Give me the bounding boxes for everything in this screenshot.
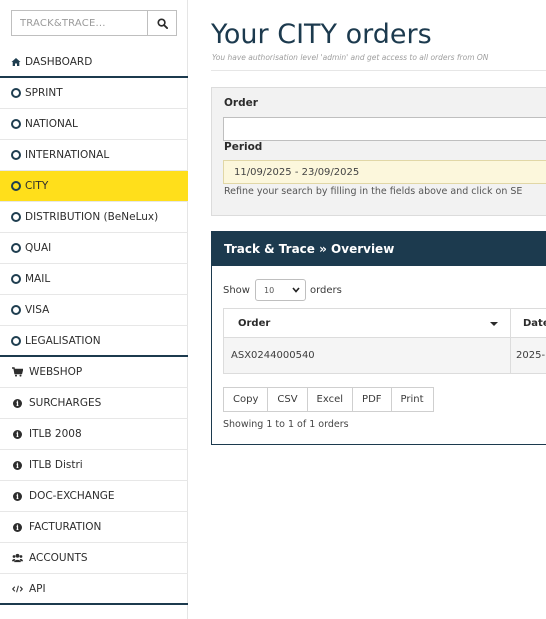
ring-icon xyxy=(10,305,21,316)
sidebar-item-label: SURCHARGES xyxy=(29,397,102,409)
info-icon: i xyxy=(12,398,23,409)
print-button[interactable]: Print xyxy=(390,387,434,412)
period-label: Period xyxy=(224,141,263,153)
sidebar-item-distribution[interactable]: DISTRIBUTION (BeNeLux) xyxy=(0,202,188,233)
sidebar-item-label: CITY xyxy=(25,180,49,192)
filter-help-text: Refine your search by filling in the fie… xyxy=(224,186,523,197)
sidebar-item-city[interactable]: CITY xyxy=(0,171,188,202)
sidebar-item-label: DISTRIBUTION (BeNeLux) xyxy=(25,211,159,223)
order-label: Order xyxy=(224,97,258,109)
orders-label: orders xyxy=(309,284,342,296)
ring-icon xyxy=(10,243,21,254)
sidebar-item-label: VISA xyxy=(25,304,50,316)
info-icon: i xyxy=(12,491,23,502)
ring-icon xyxy=(10,119,21,130)
sidebar-item-international[interactable]: INTERNATIONAL xyxy=(0,140,188,171)
page-title: Your CITY orders xyxy=(211,19,432,50)
sidebar-item-quai[interactable]: QUAI xyxy=(0,233,188,264)
sidebar-item-surcharges[interactable]: i SURCHARGES xyxy=(0,388,188,419)
sidebar-item-visa[interactable]: VISA xyxy=(0,295,188,326)
sidebar-item-label: ACCOUNTS xyxy=(29,552,88,564)
ring-icon xyxy=(10,335,21,346)
code-icon xyxy=(12,583,23,594)
sidebar: DASHBOARD SPRINT NATIONAL INTERNATIONAL … xyxy=(0,0,188,619)
cart-icon xyxy=(12,367,23,378)
sidebar-item-legalisation[interactable]: LEGALISATION xyxy=(0,326,188,357)
sidebar-item-facturation[interactable]: i FACTURATION xyxy=(0,512,188,543)
ring-icon xyxy=(10,88,21,99)
csv-button[interactable]: CSV xyxy=(267,387,308,412)
sidebar-item-label: FACTURATION xyxy=(29,521,102,533)
sidebar-item-national[interactable]: NATIONAL xyxy=(0,109,188,140)
chevron-down-icon xyxy=(292,287,300,293)
sidebar-item-label: DOC-EXCHANGE xyxy=(29,490,115,502)
sidebar-item-accounts[interactable]: ACCOUNTS xyxy=(0,543,188,574)
sidebar-item-label: DASHBOARD xyxy=(25,55,93,68)
sidebar-item-label: WEBSHOP xyxy=(29,366,83,378)
ring-icon xyxy=(10,274,21,285)
table-info: Showing 1 to 1 of 1 orders xyxy=(223,419,349,430)
pdf-button[interactable]: PDF xyxy=(352,387,392,412)
sidebar-item-dashboard[interactable]: DASHBOARD xyxy=(0,47,188,78)
sidebar-item-label: INTERNATIONAL xyxy=(25,149,110,161)
main-content: Your CITY orders You have authorisation … xyxy=(188,0,546,619)
order-cell[interactable]: ASX0244000540 xyxy=(223,337,511,374)
sidebar-item-api[interactable]: API xyxy=(0,574,188,605)
export-buttons: Copy CSV Excel PDF Print xyxy=(223,387,434,412)
sidebar-item-label: MAIL xyxy=(25,273,51,285)
sidebar-item-label: API xyxy=(29,582,46,595)
sidebar-item-itlb-2008[interactable]: i ITLB 2008 xyxy=(0,419,188,450)
page-length-value: 10 xyxy=(263,285,275,295)
title-divider xyxy=(211,70,546,71)
search-button[interactable] xyxy=(147,10,177,36)
sidebar-item-label: ITLB 2008 xyxy=(29,428,82,440)
sidebar-item-label: NATIONAL xyxy=(25,118,78,130)
sidebar-item-sprint[interactable]: SPRINT xyxy=(0,78,188,109)
info-icon: i xyxy=(12,429,23,440)
show-label: Show xyxy=(223,284,250,296)
search-icon xyxy=(156,17,168,29)
sidebar-menu: DASHBOARD SPRINT NATIONAL INTERNATIONAL … xyxy=(0,47,188,605)
sort-desc-icon xyxy=(490,322,498,326)
date-cell: 2025- xyxy=(510,337,546,374)
track-trace-title: Track & Trace » Overview xyxy=(212,232,546,266)
sidebar-item-mail[interactable]: MAIL xyxy=(0,264,188,295)
table-header-row: Order Date xyxy=(223,308,546,338)
copy-button[interactable]: Copy xyxy=(223,387,269,412)
home-icon xyxy=(10,56,21,67)
sidebar-item-label: SPRINT xyxy=(25,87,63,99)
page-length-select[interactable]: 10 xyxy=(254,279,306,301)
ring-icon xyxy=(10,181,21,192)
info-icon: i xyxy=(12,460,23,471)
ring-icon xyxy=(10,212,21,223)
ring-icon xyxy=(10,150,21,161)
period-field[interactable] xyxy=(223,160,546,184)
sidebar-item-webshop[interactable]: WEBSHOP xyxy=(0,357,188,388)
orders-table: Order Date ASX0244000540 2025- xyxy=(223,308,546,374)
track-trace-search xyxy=(11,10,177,36)
column-header-order[interactable]: Order xyxy=(223,308,511,338)
column-header-date[interactable]: Date xyxy=(510,308,546,338)
page-length-control: Show 10 orders xyxy=(223,279,342,301)
authorisation-note: You have authorisation level 'admin' and… xyxy=(212,53,489,62)
table-row[interactable]: ASX0244000540 2025- xyxy=(223,337,546,374)
sidebar-item-doc-exchange[interactable]: i DOC-EXCHANGE xyxy=(0,481,188,512)
filter-panel: Order Period Refine your search by filli… xyxy=(211,87,546,216)
sidebar-item-label: QUAI xyxy=(25,242,52,254)
column-header-label: Order xyxy=(238,317,271,329)
sidebar-item-itlb-distri[interactable]: i ITLB Distri xyxy=(0,450,188,481)
order-field[interactable] xyxy=(223,117,546,141)
sidebar-item-label: LEGALISATION xyxy=(25,334,101,347)
column-header-label: Date xyxy=(523,317,546,329)
track-trace-search-input[interactable] xyxy=(11,10,147,36)
sidebar-item-label: ITLB Distri xyxy=(29,459,83,471)
track-trace-panel: Track & Trace » Overview Show 10 orders … xyxy=(211,231,546,445)
info-icon: i xyxy=(12,522,23,533)
users-icon xyxy=(12,553,23,564)
excel-button[interactable]: Excel xyxy=(306,387,354,412)
